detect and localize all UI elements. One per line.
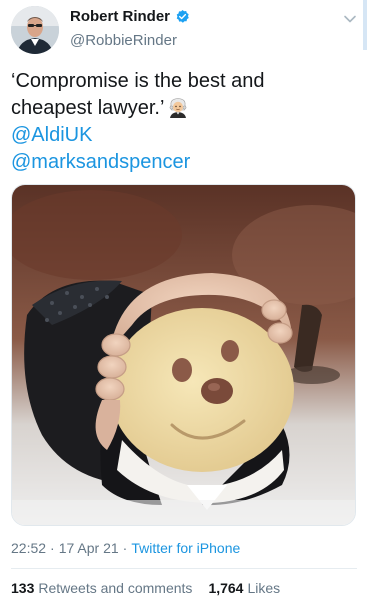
tweet-detail: Robert Rinder @RobbieRinder ‘Compromise …	[0, 0, 367, 600]
meta-separator: ·	[122, 540, 128, 556]
author-handle[interactable]: @RobbieRinder	[70, 32, 177, 49]
stats-spacer	[196, 580, 204, 596]
author-name[interactable]: Robert Rinder	[70, 8, 170, 25]
tweet-text: ‘Compromise is the best and cheapest law…	[11, 68, 351, 176]
tweet-meta: 22:52 · 17 Apr 21 · Twitter for iPhone	[11, 540, 240, 556]
author-avatar[interactable]	[11, 6, 59, 54]
avatar-photo	[11, 6, 59, 54]
scrollbar[interactable]	[363, 0, 367, 50]
retweets-count[interactable]: 133	[11, 580, 34, 596]
cake-photo-image	[12, 185, 355, 525]
chevron-down-icon[interactable]	[343, 12, 357, 26]
tweet-text-line-2: cheapest lawyer.’	[11, 95, 351, 122]
tweet-date[interactable]: 17 Apr 21	[59, 540, 119, 556]
retweets-label[interactable]: Retweets and comments	[38, 580, 192, 596]
meta-separator: ·	[50, 540, 55, 556]
tweet-text-line-2-content: cheapest lawyer.’	[11, 97, 165, 119]
tweet-photo[interactable]	[11, 184, 356, 526]
mention-aldiuk[interactable]: @AldiUK	[11, 122, 351, 149]
tweet-source-link[interactable]: Twitter for iPhone	[131, 540, 240, 556]
tweet-stats: 133 Retweets and comments 1,764 Likes	[11, 580, 280, 596]
tweet-time[interactable]: 22:52	[11, 540, 46, 556]
divider	[11, 568, 357, 569]
likes-label[interactable]: Likes	[247, 580, 280, 596]
author-name-row[interactable]: Robert Rinder	[70, 8, 190, 25]
judge-emoji-icon	[170, 98, 187, 118]
tweet-text-line-1: ‘Compromise is the best and	[11, 70, 265, 92]
verified-badge-icon	[176, 9, 189, 23]
mention-marksandspencer[interactable]: @marksandspencer	[11, 149, 351, 176]
likes-count[interactable]: 1,764	[208, 580, 243, 596]
